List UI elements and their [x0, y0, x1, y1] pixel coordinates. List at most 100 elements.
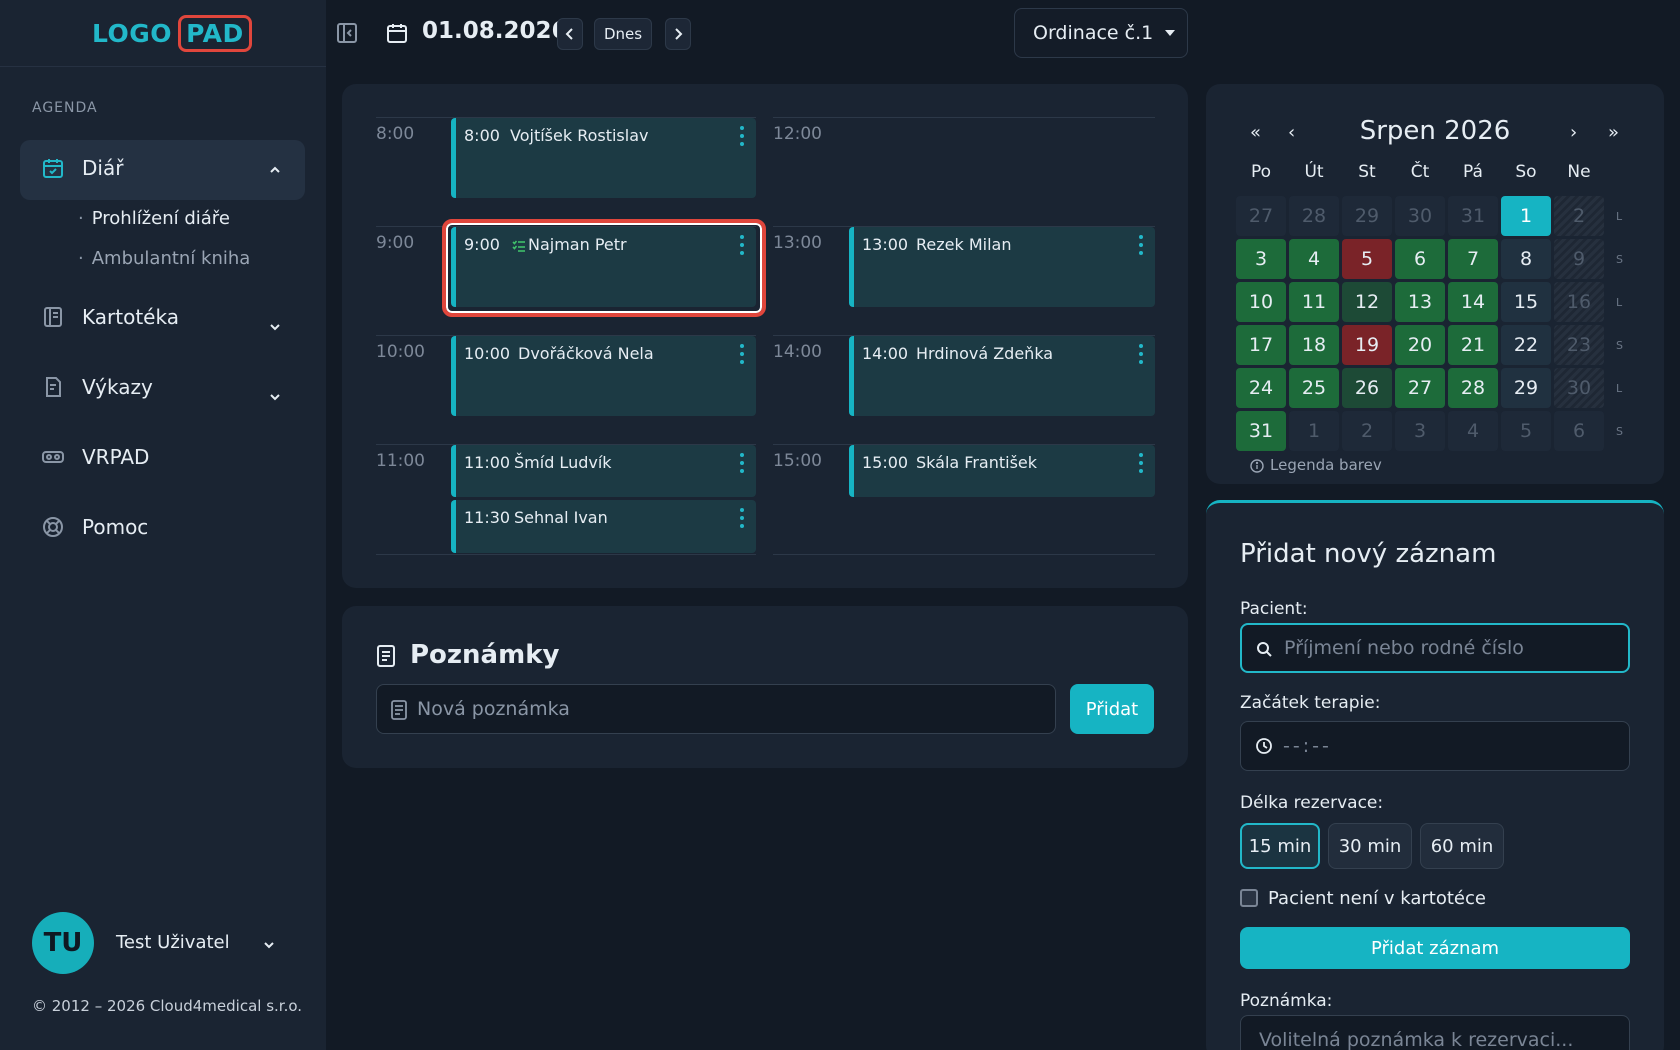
- calendar-day[interactable]: 11: [1289, 282, 1339, 322]
- appointment-card[interactable]: 13:00 Rezek Milan: [849, 227, 1155, 307]
- calendar-day[interactable]: 10: [1236, 282, 1286, 322]
- calendar-day[interactable]: 18: [1289, 325, 1339, 365]
- time-label: 9:00: [376, 233, 415, 253]
- calendar-day[interactable]: 22: [1501, 325, 1551, 365]
- sidebar-item-vykazy[interactable]: Výkazy: [40, 374, 153, 400]
- calendar-day[interactable]: 13: [1395, 282, 1445, 322]
- calendar-day[interactable]: 31: [1236, 411, 1286, 451]
- new-note-input[interactable]: Nová poznámka: [376, 684, 1056, 734]
- reservation-note-input[interactable]: Volitelná poznámka k rezervaci...: [1240, 1015, 1630, 1050]
- more-vertical-icon[interactable]: [1139, 344, 1143, 364]
- color-legend-link[interactable]: Legenda barev: [1270, 456, 1382, 474]
- appointment-card[interactable]: 15:00 Skála František: [849, 445, 1155, 497]
- next-year-button[interactable]: »: [1608, 122, 1619, 143]
- next-day-button[interactable]: [665, 18, 691, 50]
- calendar-day[interactable]: 24: [1236, 368, 1286, 408]
- calendar-day[interactable]: 27: [1236, 196, 1286, 236]
- office-select[interactable]: Ordinace č.1: [1014, 8, 1188, 58]
- calendar-day[interactable]: 3: [1236, 239, 1286, 279]
- calendar-day[interactable]: 7: [1448, 239, 1498, 279]
- add-note-button[interactable]: Přidat: [1070, 684, 1154, 734]
- today-button[interactable]: Dnes: [594, 18, 652, 50]
- calendar-day[interactable]: 25: [1289, 368, 1339, 408]
- calendar-day[interactable]: 2: [1342, 411, 1392, 451]
- calendar-day[interactable]: 28: [1289, 196, 1339, 236]
- calendar-day[interactable]: 5: [1342, 239, 1392, 279]
- duration-15-button[interactable]: 15 min: [1240, 823, 1320, 869]
- more-vertical-icon[interactable]: [1139, 453, 1143, 473]
- calendar-day[interactable]: 5: [1501, 411, 1551, 451]
- calendar-day[interactable]: 28: [1448, 368, 1498, 408]
- patient-search-placeholder: Příjmení nebo rodné číslo: [1284, 637, 1524, 659]
- calendar-day[interactable]: 6: [1554, 411, 1604, 451]
- calendar-day[interactable]: 29: [1342, 196, 1392, 236]
- avatar[interactable]: TU: [32, 912, 94, 974]
- appointment-card[interactable]: 10:00 Dvořáčková Nela: [451, 336, 756, 416]
- calendar-day[interactable]: 15: [1501, 282, 1551, 322]
- calendar-day[interactable]: 4: [1448, 411, 1498, 451]
- calendar-day[interactable]: 20: [1395, 325, 1445, 365]
- prev-day-button[interactable]: [557, 18, 583, 50]
- calendar-day[interactable]: 26: [1342, 368, 1392, 408]
- sidebar-toggle-icon[interactable]: [336, 22, 358, 44]
- add-record-title: Přidat nový záznam: [1240, 539, 1497, 569]
- calendar-day[interactable]: 23: [1554, 325, 1604, 365]
- calendar-day[interactable]: 30: [1395, 196, 1445, 236]
- patient-search-input[interactable]: Příjmení nebo rodné číslo: [1240, 623, 1630, 673]
- start-time-input[interactable]: --:--: [1240, 721, 1630, 771]
- calendar-day[interactable]: 14: [1448, 282, 1498, 322]
- more-vertical-icon[interactable]: [740, 453, 744, 473]
- chevron-down-icon[interactable]: [266, 388, 284, 406]
- appointment-card[interactable]: 11:30 Sehnal Ivan: [451, 500, 756, 553]
- sidebar-item-diar[interactable]: Diář: [40, 155, 123, 181]
- calendar-day[interactable]: 8: [1501, 239, 1551, 279]
- calendar-day[interactable]: 30: [1554, 368, 1604, 408]
- appointment-card[interactable]: 11:00 Šmíd Ludvík: [451, 445, 756, 497]
- logo[interactable]: LOGO PAD: [92, 12, 252, 54]
- sidebar-subitem-ambulantni-kniha[interactable]: Ambulantní kniha: [78, 248, 251, 269]
- hour-line: [773, 117, 1155, 118]
- calendar-day[interactable]: 16: [1554, 282, 1604, 322]
- calendar-weekday: Po: [1250, 162, 1272, 182]
- sidebar-item-label: Diář: [82, 156, 124, 180]
- duration-label: Délka rezervace:: [1240, 793, 1384, 813]
- duration-30-button[interactable]: 30 min: [1328, 823, 1412, 869]
- calendar-day[interactable]: 3: [1395, 411, 1445, 451]
- calendar-day[interactable]: 21: [1448, 325, 1498, 365]
- chevron-down-icon[interactable]: [266, 318, 284, 336]
- current-date[interactable]: 01.08.2026: [422, 18, 568, 44]
- duration-60-button[interactable]: 60 min: [1420, 823, 1504, 869]
- calendar-day[interactable]: 12: [1342, 282, 1392, 322]
- more-vertical-icon[interactable]: [740, 508, 744, 528]
- sidebar-item-vrpad[interactable]: VRPAD: [40, 444, 149, 470]
- not-in-records-checkbox[interactable]: [1240, 889, 1258, 907]
- calendar-day[interactable]: 1: [1289, 411, 1339, 451]
- calendar-day[interactable]: 4: [1289, 239, 1339, 279]
- more-vertical-icon[interactable]: [740, 344, 744, 364]
- more-vertical-icon[interactable]: [740, 126, 744, 146]
- calendar-icon[interactable]: [385, 21, 409, 45]
- calendar-week-mark: S: [1616, 425, 1623, 438]
- sidebar-item-kartoteka[interactable]: Kartotéka: [40, 304, 179, 330]
- calendar-day[interactable]: 9: [1554, 239, 1604, 279]
- calendar-day[interactable]: 27: [1395, 368, 1445, 408]
- next-month-button[interactable]: ›: [1570, 122, 1577, 143]
- calendar-day[interactable]: 6: [1395, 239, 1445, 279]
- more-vertical-icon[interactable]: [1139, 235, 1143, 255]
- sidebar-item-pomoc[interactable]: Pomoc: [40, 514, 148, 540]
- chevron-up-icon[interactable]: [266, 161, 284, 179]
- calendar-day[interactable]: 29: [1501, 368, 1551, 408]
- calendar-day[interactable]: 1: [1501, 196, 1551, 236]
- calendar-day[interactable]: 17: [1236, 325, 1286, 365]
- user-name[interactable]: Test Uživatel: [116, 932, 230, 953]
- calendar-day[interactable]: 2: [1554, 196, 1604, 236]
- appointment-card[interactable]: 8:00 Vojtíšek Rostislav: [451, 118, 756, 198]
- calendar-day[interactable]: 19: [1342, 325, 1392, 365]
- chevron-down-icon[interactable]: [260, 936, 278, 954]
- appointment-card[interactable]: 14:00 Hrdinová Zdeňka: [849, 336, 1155, 416]
- not-in-records-label[interactable]: Pacient není v kartotéce: [1268, 888, 1486, 909]
- calendar-day[interactable]: 31: [1448, 196, 1498, 236]
- sidebar-subitem-prohlizeni[interactable]: Prohlížení diáře: [78, 208, 230, 229]
- hour-line: [773, 554, 1155, 555]
- add-record-button[interactable]: Přidat záznam: [1240, 927, 1630, 969]
